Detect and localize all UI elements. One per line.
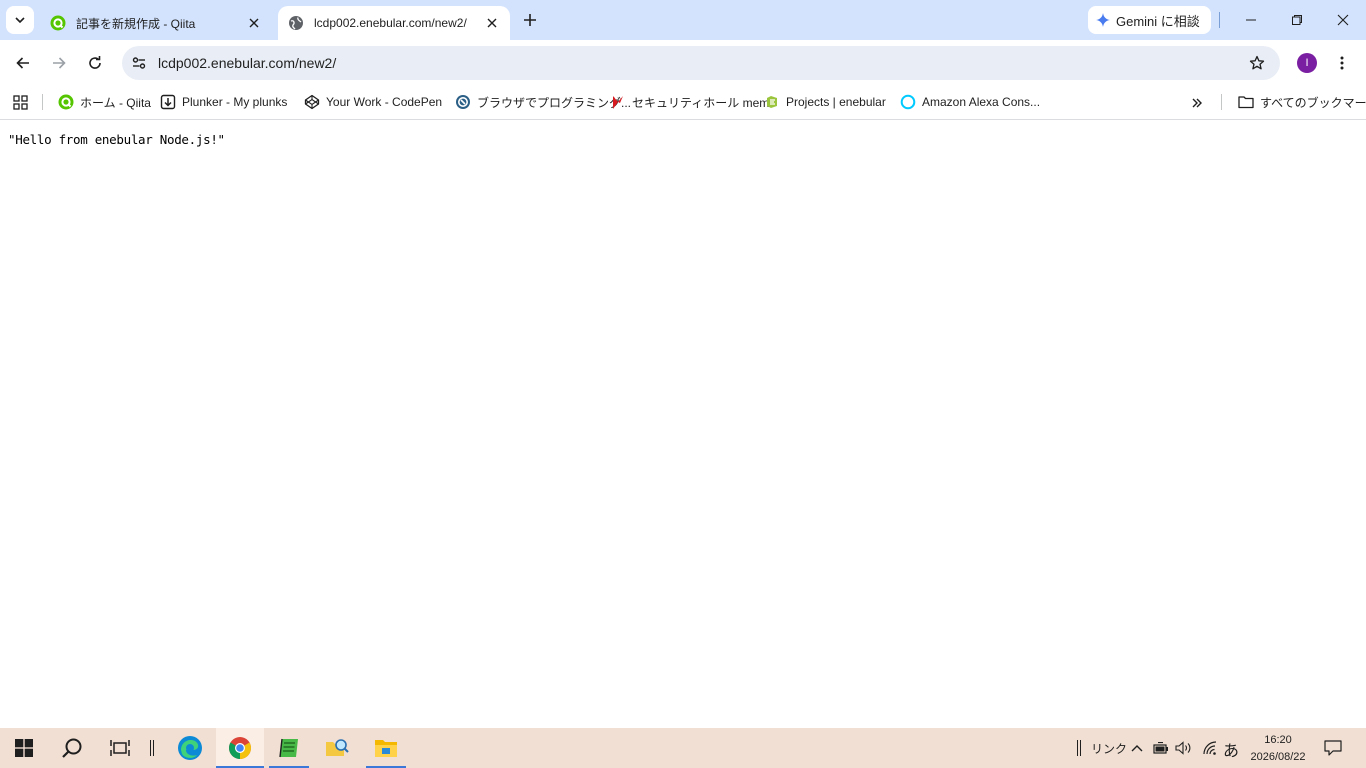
system-clock[interactable]: 16:20 2026/08/22 xyxy=(1236,732,1320,766)
reload-icon xyxy=(87,55,103,71)
plunker-icon xyxy=(160,94,176,110)
tray-links-label[interactable]: リンク xyxy=(1091,740,1127,757)
search-button[interactable] xyxy=(48,728,96,768)
windows-logo-icon xyxy=(15,739,33,757)
battery-icon[interactable] xyxy=(1151,738,1171,758)
bookmark-paiza[interactable]: ブラウザでプログラミング... xyxy=(455,91,631,113)
tab-title: 記事を新規作成 - Qiita xyxy=(76,16,196,31)
page-content: "Hello from enebular Node.js!" xyxy=(0,121,1366,728)
url-text[interactable]: lcdp002.enebular.com/new2/ xyxy=(158,55,1243,71)
clock-time: 16:20 xyxy=(1264,734,1292,746)
arrow-right-icon xyxy=(51,55,67,71)
arrow-left-icon xyxy=(15,55,31,71)
bookmark-star-icon[interactable] xyxy=(1243,49,1271,77)
green-notebook-icon xyxy=(277,736,301,760)
alexa-icon xyxy=(900,94,916,110)
taskbar-file-explorer[interactable] xyxy=(362,728,410,768)
taskbar-explorer-search[interactable] xyxy=(313,728,361,768)
tab-enebular[interactable]: lcdp002.enebular.com/new2/ xyxy=(278,6,510,40)
chevron-down-icon xyxy=(14,14,26,26)
restore-button[interactable] xyxy=(1274,4,1320,36)
new-tab-button[interactable] xyxy=(518,8,542,32)
bookmark-codepen[interactable]: Your Work - CodePen xyxy=(304,91,442,113)
clock-date: 2026/08/22 xyxy=(1250,751,1306,763)
bookmark-label: Plunker - My plunks xyxy=(182,95,288,109)
wifi-icon[interactable] xyxy=(1200,738,1220,758)
taskbar-notepad-app[interactable] xyxy=(265,728,313,768)
edge-icon xyxy=(177,735,203,761)
globe-icon xyxy=(288,15,304,31)
bookmark-label: Amazon Alexa Cons... xyxy=(922,95,1041,109)
back-button[interactable] xyxy=(7,47,39,79)
forward-button[interactable] xyxy=(43,47,75,79)
bookmark-amazon-alexa[interactable]: Amazon Alexa Cons... xyxy=(900,91,1040,113)
folder-search-icon xyxy=(324,736,350,760)
bookmarks-bar: ホーム - Qiita Plunker - My plunks Your Wor… xyxy=(0,86,1366,120)
qiita-icon xyxy=(58,94,74,110)
paiza-icon xyxy=(455,94,471,110)
site-info-icon[interactable] xyxy=(125,49,153,77)
apps-grid-icon xyxy=(12,94,28,110)
plus-icon xyxy=(523,13,537,27)
codepen-icon xyxy=(304,94,320,110)
bookmarks-separator xyxy=(1221,94,1222,110)
taskbar-edge[interactable] xyxy=(166,728,214,768)
bookmark-plunker[interactable]: Plunker - My plunks xyxy=(160,91,287,113)
bookmark-security-hole-memo[interactable]: セキュリティホール memo xyxy=(610,91,776,113)
windows-taskbar: リンク あ 16:20 2026/08/22 xyxy=(0,728,1366,768)
minimize-icon xyxy=(1245,14,1257,26)
close-tab-button[interactable] xyxy=(482,13,502,33)
gemini-label: Gemini に相談 xyxy=(1116,13,1200,29)
tray-divider xyxy=(1072,738,1086,758)
bookmark-label: Your Work - CodePen xyxy=(326,95,443,109)
chrome-icon xyxy=(228,736,252,760)
folder-icon xyxy=(1238,94,1254,110)
search-icon xyxy=(61,737,83,759)
bookmark-enebular-projects[interactable]: Projects | enebular xyxy=(764,91,886,113)
more-bookmarks-button[interactable] xyxy=(1186,92,1208,114)
tab-strip-separator xyxy=(1219,12,1220,28)
notification-icon[interactable] xyxy=(1323,738,1343,758)
profile-avatar[interactable]: I xyxy=(1297,53,1317,73)
bookmark-label: セキュリティホール memo xyxy=(632,95,776,110)
file-explorer-icon xyxy=(374,737,398,759)
task-view-icon xyxy=(110,739,130,757)
enebular-icon xyxy=(764,94,780,110)
qiita-icon xyxy=(50,15,66,31)
tab-search-button[interactable] xyxy=(6,6,34,34)
bookmark-qiita-home[interactable]: ホーム - Qiita xyxy=(58,91,151,113)
close-tab-button[interactable] xyxy=(244,13,264,33)
all-bookmarks-label: すべてのブックマーク xyxy=(1260,95,1366,110)
gemini-sparkle-icon xyxy=(1096,13,1110,27)
close-icon xyxy=(1337,14,1349,26)
bookmark-label: Projects | enebular xyxy=(786,95,886,109)
more-vertical-icon xyxy=(1340,56,1344,70)
bookmarks-separator xyxy=(42,94,43,110)
reload-button[interactable] xyxy=(79,47,111,79)
browser-toolbar: lcdp002.enebular.com/new2/ I xyxy=(0,40,1366,86)
tab-strip: 記事を新規作成 - Qiita lcdp002.enebular.com/new… xyxy=(0,0,1366,40)
all-bookmarks-button[interactable]: すべてのブックマーク xyxy=(1238,91,1366,113)
chevron-up-icon[interactable] xyxy=(1127,738,1147,758)
address-bar[interactable]: lcdp002.enebular.com/new2/ xyxy=(122,46,1280,80)
speaker-icon[interactable] xyxy=(1174,738,1194,758)
response-text: "Hello from enebular Node.js!" xyxy=(8,132,225,147)
tab-qiita[interactable]: 記事を新規作成 - Qiita xyxy=(40,6,272,40)
divider-icon xyxy=(149,739,155,757)
minimize-button[interactable] xyxy=(1228,4,1274,36)
restore-icon xyxy=(1291,14,1303,26)
bookmark-label: ホーム - Qiita xyxy=(80,95,151,110)
close-window-button[interactable] xyxy=(1320,4,1366,36)
apps-button[interactable] xyxy=(10,92,30,112)
start-button[interactable] xyxy=(0,728,48,768)
taskbar-chrome[interactable] xyxy=(216,728,264,768)
gemini-button[interactable]: Gemini に相談 xyxy=(1088,6,1211,34)
red-flag-icon xyxy=(610,94,626,110)
double-chevron-right-icon xyxy=(1191,97,1203,109)
browser-menu-button[interactable] xyxy=(1330,51,1354,75)
tab-title: lcdp002.enebular.com/new2/ xyxy=(314,16,467,30)
bookmark-label: ブラウザでプログラミング... xyxy=(477,95,632,110)
